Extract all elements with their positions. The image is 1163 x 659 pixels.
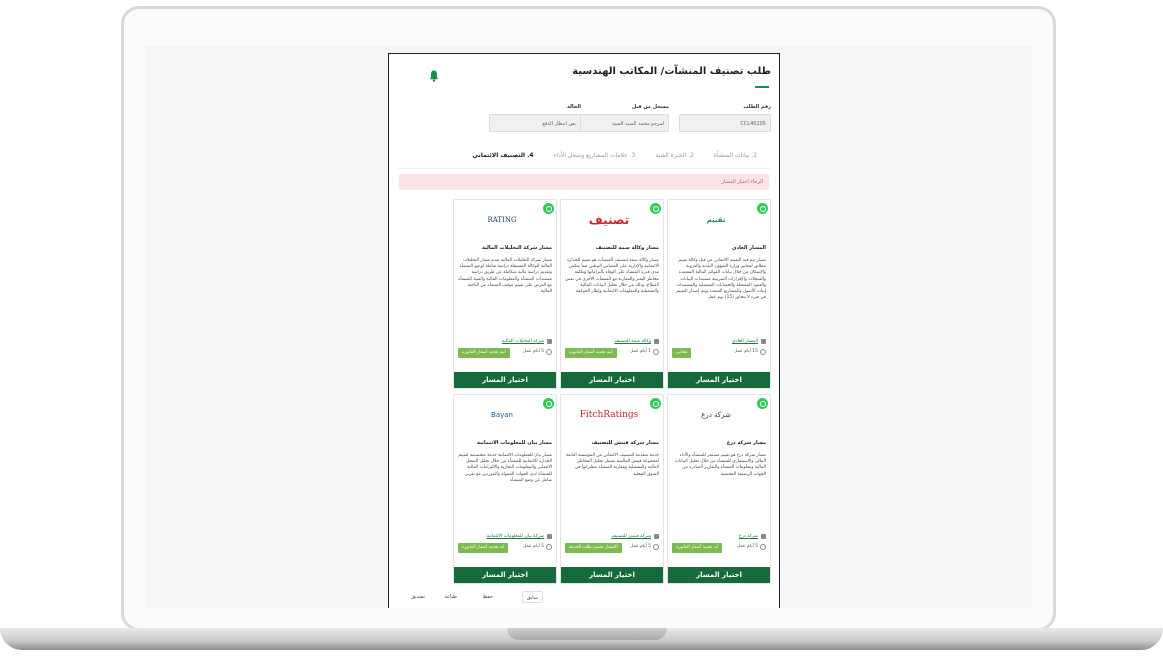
whatsapp-icon[interactable] xyxy=(650,398,661,409)
card-title: مسار شركة فيتش للتصنيف xyxy=(591,440,659,446)
field-label: رقم الطلب xyxy=(743,104,771,110)
whatsapp-icon[interactable] xyxy=(650,203,661,214)
page-title: طلب تصنيف المنشآت/ المكاتب الهندسية xyxy=(572,66,771,77)
field-value: CCL40205 xyxy=(679,114,771,132)
field-label: مسجل من قبل xyxy=(631,104,669,110)
card-title: مسار شركة درع xyxy=(726,440,766,446)
title-underline xyxy=(755,86,769,88)
submit-button[interactable]: تصديق xyxy=(407,591,429,603)
card-duration: 15 أيام عمل xyxy=(734,349,766,355)
step-1[interactable]: 1. بيانات المنشأة xyxy=(714,152,757,164)
price-badge: الأسعار حسب طلب الخدمة xyxy=(565,543,622,553)
choose-path-button[interactable]: اختيار المسار xyxy=(561,567,663,583)
logo: RATING xyxy=(487,216,517,224)
logo: شركة درع xyxy=(701,411,731,419)
path-card: RATING مسار شركة التحليلات المالية مسار … xyxy=(453,199,557,389)
whatsapp-icon[interactable] xyxy=(543,203,554,214)
price-badge: مجاني xyxy=(672,348,692,358)
save-button[interactable]: حفظ xyxy=(479,591,497,603)
registered-by-field: مسجل من قبل لمرجو محمد السيد السيد xyxy=(577,104,669,132)
card-link[interactable]: شركة فيتش للتصنيف xyxy=(611,534,659,539)
card-description: مسار وكالة سمة لتصنيف المنشآت هو تقييم ل… xyxy=(565,258,659,295)
step-4[interactable]: 4. التصنيف الائتماني xyxy=(472,152,533,164)
card-link[interactable]: المسار العادي xyxy=(732,339,766,344)
select-path-alert: الرجاء اختيار المسار xyxy=(399,174,769,190)
choose-path-button[interactable]: اختيار المسار xyxy=(668,567,770,583)
steps-divider xyxy=(397,168,771,169)
field-label: الحالة xyxy=(567,104,581,110)
choose-path-button[interactable]: اختيار المسار xyxy=(454,372,556,388)
card-title: مسار بيان للمعلومات الائتمانية xyxy=(476,440,552,446)
wizard-steps: 1. بيانات المنشأة 2. الخبرة الفنية 3. عل… xyxy=(469,152,757,164)
choose-path-button[interactable]: اختيار المسار xyxy=(561,372,663,388)
laptop-notch xyxy=(507,628,667,640)
card-link[interactable]: شركة درع xyxy=(739,534,767,539)
path-card: تقييم المسار العادي مسار يتم فيه التقييم… xyxy=(667,199,771,389)
path-card: Bayan مسار بيان للمعلومات الائتمانية مسا… xyxy=(453,394,557,584)
whatsapp-icon[interactable] xyxy=(757,203,768,214)
field-value: لمرجو محمد السيد السيد xyxy=(577,114,669,132)
card-link[interactable]: شركة بيان للمعلومات الائتمانية xyxy=(487,534,553,539)
print-button[interactable]: طباعة xyxy=(440,591,461,603)
card-description: خدمة متقدمة للتصنيف الائتماني من المؤسسة… xyxy=(565,453,659,477)
logo: FitchRatings xyxy=(579,410,639,420)
step-2[interactable]: 2. الخبرة الفنية xyxy=(655,152,694,164)
card-description: مسار شركة درع هو تقييم مستمر للمنشأة وال… xyxy=(674,453,766,477)
choose-path-button[interactable]: اختيار المسار xyxy=(454,567,556,583)
logo: تصنيف xyxy=(588,213,630,227)
card-description: مسار يتم فيه التقييم الائتماني من قبل وك… xyxy=(676,258,766,301)
path-card: FitchRatings مسار شركة فيتش للتصنيف خدمة… xyxy=(560,394,664,584)
price-badge: أبيه تحديد أسعار الفاتورة xyxy=(565,348,617,358)
card-duration: 1 أيام عمل xyxy=(630,349,660,355)
step-3[interactable]: 3. علامات المشاريع وسجل الأداء xyxy=(554,152,636,164)
request-fields: رقم الطلب CCL40205 مسجل من قبل لمرجو محم… xyxy=(397,104,771,139)
status-field: الحالة نص انتظار الدفع xyxy=(489,104,581,132)
whatsapp-icon[interactable] xyxy=(757,398,768,409)
logo: Bayan xyxy=(491,411,513,419)
logo: تقييم xyxy=(706,216,726,224)
field-value: نص انتظار الدفع xyxy=(489,114,581,132)
card-link[interactable]: شركة التحليلات المالية xyxy=(502,339,553,344)
card-title: مسار شركة التحليلات المالية xyxy=(481,245,552,251)
request-number-field: رقم الطلب CCL40205 xyxy=(679,104,771,132)
card-duration: 5 أيام عمل xyxy=(523,349,553,355)
price-badge: أنه تحديد أسعار الفاتورة xyxy=(672,543,723,553)
card-duration: 5 أيام عمل xyxy=(523,544,553,550)
choose-path-button[interactable]: اختيار المسار xyxy=(668,372,770,388)
prev-button[interactable]: سابق xyxy=(521,591,543,603)
price-badge: أبيه تحديد أسعار الفاتورة xyxy=(458,348,510,358)
bell-icon[interactable] xyxy=(429,70,439,82)
card-duration: 5 أيام عمل xyxy=(737,544,767,550)
card-link[interactable]: وكالة سمة للتصنيف xyxy=(614,339,659,344)
path-card: تصنيف مسار وكالة سمة للتصنيف مسار وكالة … xyxy=(560,199,664,389)
path-card: شركة درع مسار شركة درع مسار شركة درع هو … xyxy=(667,394,771,584)
whatsapp-icon[interactable] xyxy=(543,398,554,409)
price-badge: أنه تحديد أسعار الفاتورة xyxy=(458,543,509,553)
classification-page: طلب تصنيف المنشآت/ المكاتب الهندسية رقم … xyxy=(388,53,780,608)
card-description: مسار بيان للمعلومات الائتمانية خدمة متخص… xyxy=(458,453,552,483)
card-title: المسار العادي xyxy=(732,245,766,251)
card-description: مسار شركة التحليلات المالية يقدم مسار ال… xyxy=(458,258,552,295)
card-title: مسار وكالة سمة للتصنيف xyxy=(595,245,659,251)
card-duration: 5 أيام عمل xyxy=(630,544,660,550)
